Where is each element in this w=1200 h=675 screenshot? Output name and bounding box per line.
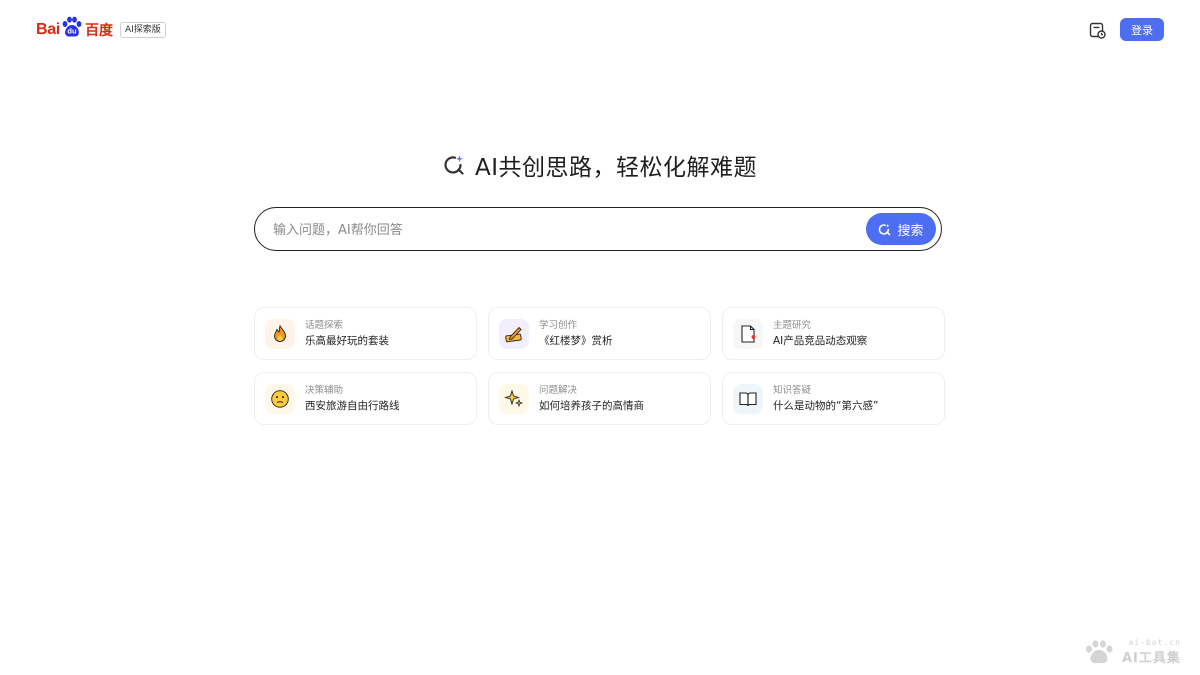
history-button[interactable] <box>1087 20 1107 40</box>
ai-search-icon <box>443 154 465 176</box>
suggestion-cards: 话题探索 乐高最好玩的套装 学习创作 《红楼梦》赏析 主题研究 AI产品竞品动态… <box>254 307 946 425</box>
paw-du-text: du <box>67 27 77 36</box>
thinking-face-icon <box>265 383 295 414</box>
open-book-icon <box>733 383 763 414</box>
login-button[interactable]: 登录 <box>1120 18 1164 41</box>
card-title: AI产品竞品动态观察 <box>773 335 868 347</box>
search-input[interactable] <box>271 208 855 252</box>
suggestion-card[interactable]: 知识答疑 什么是动物的“第六感” <box>722 372 945 425</box>
logo-text-baidu: 百度 <box>85 23 113 39</box>
card-title: 如何培养孩子的高情商 <box>539 400 644 412</box>
paw-icon: du <box>61 16 83 38</box>
search-box[interactable]: 搜索 <box>254 207 942 252</box>
headline-text: AI共创思路，轻松化解难题 <box>474 155 758 181</box>
card-category: 问题解决 <box>539 385 578 396</box>
card-category: 主题研究 <box>773 320 812 331</box>
paw-watermark-icon <box>1086 640 1113 664</box>
card-title: 乐高最好玩的套装 <box>305 335 389 347</box>
sparkle-icon <box>499 383 529 414</box>
baidu-logo[interactable]: Bai du 百度 AI探索版 <box>36 16 166 44</box>
card-category: 话题探索 <box>305 320 344 331</box>
watermark: ai-bot.cn AI工具集 <box>1084 638 1181 666</box>
card-title: 《红楼梦》赏析 <box>539 335 613 347</box>
watermark-url: ai-bot.cn <box>1128 638 1181 647</box>
fire-icon <box>265 318 295 349</box>
pen-writing-icon <box>499 318 529 349</box>
card-category: 决策辅助 <box>305 385 344 396</box>
card-title: 什么是动物的“第六感” <box>773 400 879 412</box>
suggestion-card[interactable]: 主题研究 AI产品竞品动态观察 <box>722 307 945 360</box>
suggestion-card[interactable]: 话题探索 乐高最好玩的套装 <box>254 307 477 360</box>
suggestion-card[interactable]: 问题解决 如何培养孩子的高情商 <box>488 372 711 425</box>
document-icon <box>733 318 763 349</box>
card-category: 知识答疑 <box>773 385 812 396</box>
history-icon <box>1089 22 1106 39</box>
suggestion-card[interactable]: 决策辅助 西安旅游自由行路线 <box>254 372 477 425</box>
watermark-name: AI工具集 <box>1122 651 1181 666</box>
ai-explore-badge: AI探索版 <box>120 22 166 38</box>
ai-search-icon <box>879 223 891 235</box>
headline: AI共创思路，轻松化解难题 <box>0 148 1200 182</box>
search-button[interactable]: 搜索 <box>866 213 936 245</box>
search-button-label: 搜索 <box>897 223 924 239</box>
logo-text-bai: Bai <box>36 21 60 38</box>
suggestion-card[interactable]: 学习创作 《红楼梦》赏析 <box>488 307 711 360</box>
card-category: 学习创作 <box>539 320 578 331</box>
card-title: 西安旅游自由行路线 <box>305 400 400 412</box>
